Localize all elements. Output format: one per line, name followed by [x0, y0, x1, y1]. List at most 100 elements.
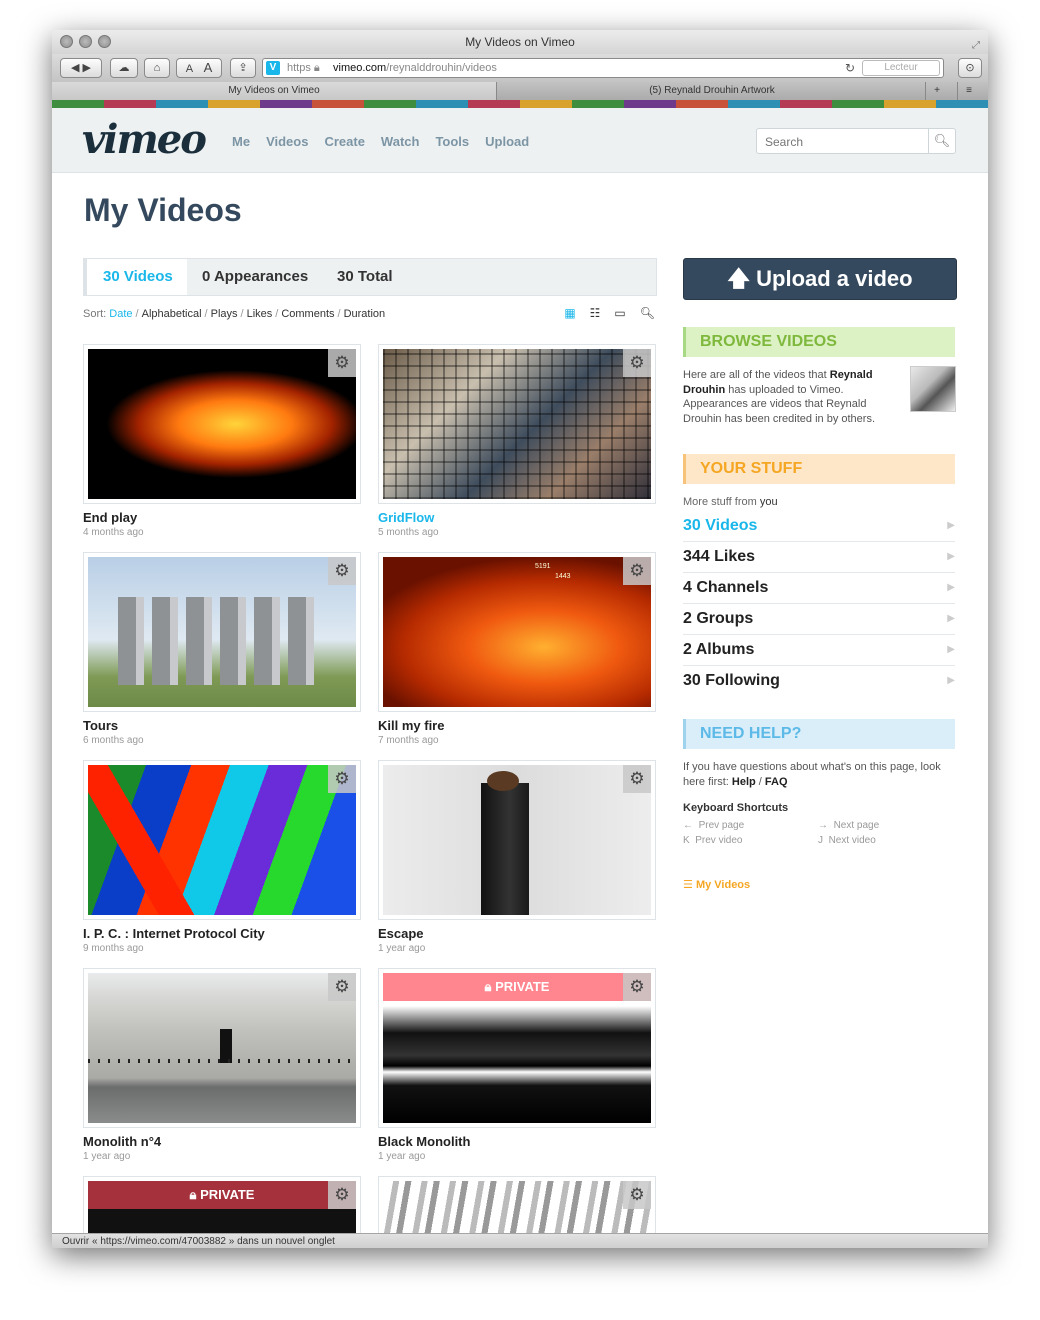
gear-icon[interactable]: ⚙: [328, 765, 356, 793]
text-size-buttons[interactable]: A A: [176, 58, 222, 78]
stuff-item-albums[interactable]: 2 Albums ▶: [683, 635, 955, 666]
vimeo-logo[interactable]: vimeo: [82, 116, 207, 163]
thumbnail-image: 🔒︎ PRIVATE: [383, 973, 651, 1123]
upload-label: Upload a video: [756, 266, 913, 291]
nav-create[interactable]: Create: [324, 134, 364, 149]
browse-text-1: Here are all of the videos that: [683, 369, 830, 381]
gear-icon[interactable]: ⚙: [328, 973, 356, 1001]
video-thumbnail[interactable]: ⚙: [378, 1176, 656, 1233]
video-title[interactable]: Escape: [378, 926, 424, 941]
overlay-number-b: 1443: [555, 573, 571, 580]
back-forward-buttons[interactable]: ◀ ▶: [60, 58, 102, 78]
shortcut-key: →: [818, 820, 828, 831]
stuff-note: More stuff from you: [683, 496, 778, 508]
video-title[interactable]: Black Monolith: [378, 1134, 470, 1149]
stuff-item-label: 30 Following: [683, 672, 780, 689]
need-help-heading: NEED HELP?: [683, 719, 955, 749]
icloud-tabs-icon[interactable]: ☁: [110, 58, 138, 78]
video-title[interactable]: Monolith n°4: [83, 1134, 161, 1149]
search-icon[interactable]: 🔍︎: [928, 129, 955, 153]
close-window-button[interactable]: [60, 35, 73, 48]
tab-videos[interactable]: 30 Videos: [84, 259, 187, 295]
faq-link[interactable]: FAQ: [765, 776, 788, 788]
escape-snails: [487, 771, 519, 791]
rss-label: My Videos: [695, 879, 751, 891]
reload-icon[interactable]: ↻: [845, 59, 855, 77]
new-tab-icon[interactable]: +: [925, 82, 948, 100]
gear-icon[interactable]: ⚙: [623, 973, 651, 1001]
stuff-item-likes[interactable]: 344 Likes ▶: [683, 542, 955, 573]
nav-watch[interactable]: Watch: [381, 134, 420, 149]
url-path: /reynalddrouhin/videos: [386, 62, 497, 74]
stuff-item-videos[interactable]: 30 Videos ▶: [683, 511, 955, 542]
minimize-window-button[interactable]: [79, 35, 92, 48]
downloads-icon[interactable]: ⊙: [958, 58, 982, 78]
nav-tools[interactable]: Tools: [435, 134, 469, 149]
stuff-note-text: More stuff from: [683, 496, 760, 508]
help-link[interactable]: Help: [732, 776, 756, 788]
video-title[interactable]: Kill my fire: [378, 718, 444, 733]
tab-overview-icon[interactable]: ≡: [957, 82, 980, 100]
url-host: vimeo.com: [333, 62, 387, 74]
sort-duration[interactable]: Duration: [344, 308, 386, 320]
sort-likes[interactable]: Likes: [247, 308, 273, 320]
video-thumbnail[interactable]: ⚙: [83, 552, 361, 712]
video-thumbnail[interactable]: ⚙: [83, 760, 361, 920]
address-bar[interactable]: V https 🔒︎ vimeo.com/reynalddrouhin/vide…: [262, 58, 944, 78]
grid-view-icon[interactable]: ▦: [564, 306, 575, 320]
nav-videos[interactable]: Videos: [266, 134, 308, 149]
rss-my-videos-link[interactable]: ☰ My Videos: [683, 878, 750, 891]
video-title[interactable]: End play: [83, 510, 137, 525]
gear-icon[interactable]: ⚙: [328, 1181, 356, 1209]
tab-reynald-artwork[interactable]: (5) Reynald Drouhin Artwork: [496, 82, 928, 100]
sort-plays[interactable]: Plays: [211, 308, 238, 320]
stuff-item-label: 2 Albums: [683, 641, 755, 658]
home-icon[interactable]: ⌂: [144, 58, 170, 78]
video-card[interactable]: ⚙: [378, 1176, 656, 1233]
video-thumbnail[interactable]: 🔒︎ PRIVATE ⚙: [378, 968, 656, 1128]
couch-mode-icon[interactable]: ▭: [614, 306, 625, 320]
gear-icon[interactable]: ⚙: [328, 557, 356, 585]
video-thumbnail[interactable]: ⚙: [83, 344, 361, 504]
video-date: 1 year ago: [83, 1151, 131, 1162]
sort-comments[interactable]: Comments: [281, 308, 334, 320]
video-title[interactable]: I. P. C. : Internet Protocol City: [83, 926, 265, 941]
video-title[interactable]: GridFlow: [378, 510, 434, 525]
video-thumbnail[interactable]: ⚙: [83, 968, 361, 1128]
video-card[interactable]: 🔒︎ PRIVATE ⚙: [83, 1176, 361, 1233]
nav-me[interactable]: Me: [232, 134, 250, 149]
stuff-item-following[interactable]: 30 Following ▶: [683, 666, 955, 696]
search-input[interactable]: [763, 132, 927, 152]
detail-view-icon[interactable]: ☷: [590, 306, 601, 320]
video-title[interactable]: Tours: [83, 718, 118, 733]
video-thumbnail[interactable]: 5191 1443 ⚙: [378, 552, 656, 712]
share-icon[interactable]: ⇪: [230, 58, 256, 78]
tab-total[interactable]: 30 Total: [337, 259, 393, 295]
sort-date[interactable]: Date: [109, 308, 132, 320]
gear-icon[interactable]: ⚙: [623, 349, 651, 377]
private-label: PRIVATE: [495, 979, 550, 994]
text-smaller-label[interactable]: A: [186, 63, 193, 75]
nav-upload[interactable]: Upload: [485, 134, 529, 149]
gear-icon[interactable]: ⚙: [623, 765, 651, 793]
tab-my-videos[interactable]: My Videos on Vimeo: [52, 82, 497, 100]
video-thumbnail[interactable]: ⚙: [378, 760, 656, 920]
shortcut-label: Next video: [828, 835, 876, 846]
reader-button[interactable]: Lecteur: [862, 60, 940, 76]
stuff-item-label: 4 Channels: [683, 579, 769, 596]
tab-appearances[interactable]: 0 Appearances: [202, 259, 308, 295]
stuff-item-channels[interactable]: 4 Channels ▶: [683, 573, 955, 604]
upload-video-button[interactable]: 🡅 Upload a video: [683, 258, 957, 300]
avatar[interactable]: [910, 366, 956, 412]
video-thumbnail[interactable]: ⚙: [378, 344, 656, 504]
browse-videos-heading: BROWSE VIDEOS: [683, 327, 955, 357]
filter-search-icon[interactable]: 🔍︎: [640, 306, 655, 320]
zoom-window-button[interactable]: [98, 35, 111, 48]
gear-icon[interactable]: ⚙: [623, 1181, 651, 1209]
text-larger-label[interactable]: A: [204, 60, 213, 75]
sort-alphabetical[interactable]: Alphabetical: [142, 308, 202, 320]
gear-icon[interactable]: ⚙: [328, 349, 356, 377]
stuff-item-groups[interactable]: 2 Groups ▶: [683, 604, 955, 635]
video-thumbnail[interactable]: 🔒︎ PRIVATE ⚙: [83, 1176, 361, 1233]
gear-icon[interactable]: ⚙: [623, 557, 651, 585]
